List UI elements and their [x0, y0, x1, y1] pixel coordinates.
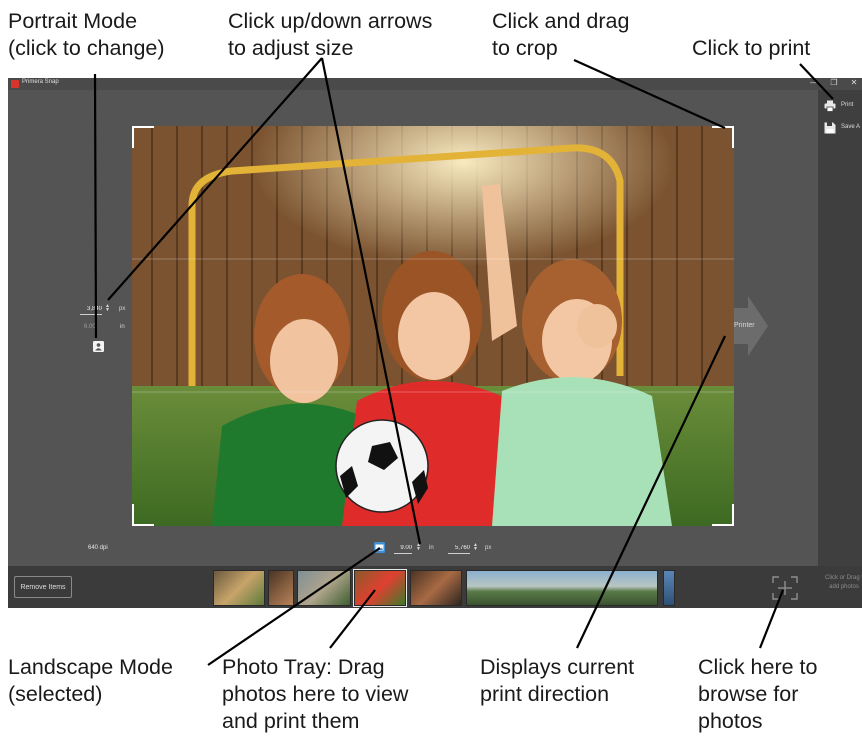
printer-icon [824, 100, 836, 112]
callout-photo-tray: Photo Tray: Drag photos here to view and… [222, 654, 408, 735]
tray-thumbnail[interactable] [663, 570, 675, 606]
dpi-readout: 640 dpi [88, 545, 108, 551]
callout-line: photos [698, 709, 763, 733]
callout-line: Landscape Mode [8, 655, 173, 679]
callout-line: Photo Tray: Drag [222, 655, 385, 679]
height-pixels-input[interactable] [80, 304, 102, 315]
width-pixels-spin-arrows[interactable]: ▲ ▼ [473, 543, 478, 552]
tray-thumbnail[interactable] [268, 570, 294, 606]
callout-line: browse for [698, 682, 799, 706]
tray-thumbnail[interactable] [213, 570, 265, 606]
callout-line: Click to print [692, 36, 811, 60]
height-inches-value: 6.00 [84, 324, 96, 330]
callout-line: (click to change) [8, 36, 165, 60]
save-as-button[interactable]: Save A [824, 122, 862, 136]
close-button[interactable]: ✕ [848, 78, 860, 87]
app-logo [11, 80, 19, 88]
callout-line: Displays current [480, 655, 635, 679]
landscape-icon[interactable] [374, 542, 385, 553]
app-title: Primera Snap [22, 79, 59, 85]
remove-items-button[interactable]: Remove Items [14, 576, 72, 598]
callout-crop: Click and drag to crop [492, 8, 629, 62]
minimize-button[interactable]: — [808, 78, 820, 87]
add-photos-hint-line: Click or Drag t [824, 575, 862, 581]
callout-adjust-size: Click up/down arrows to adjust size [228, 8, 432, 62]
tray-thumbnail[interactable] [297, 570, 351, 606]
callout-line: photos here to view [222, 682, 409, 706]
callout-line: and print them [222, 709, 360, 733]
callout-browse: Click here to browse for photos [698, 654, 818, 735]
callout-print-direction: Displays current print direction [480, 654, 634, 708]
save-icon [824, 122, 836, 134]
restore-button[interactable]: ❐ [828, 78, 840, 87]
photo-image [132, 126, 734, 526]
callout-line: to crop [492, 36, 558, 60]
print-button[interactable]: Print [824, 100, 862, 114]
callout-line: print direction [480, 682, 610, 706]
callout-portrait-mode: Portrait Mode (click to change) [8, 8, 165, 62]
callout-line: (selected) [8, 682, 103, 706]
callout-line: Portrait Mode [8, 9, 138, 33]
callout-line: Click here to [698, 655, 818, 679]
add-photos-area[interactable]: Click or Drag t add photos [764, 570, 862, 604]
width-inches-spin-arrows[interactable]: ▲ ▼ [416, 543, 421, 552]
add-photos-hint-line: add photos [829, 584, 859, 590]
callout-line: Click up/down arrows [228, 9, 433, 33]
tray-thumbnail[interactable] [466, 570, 658, 606]
in-unit: in [120, 324, 125, 330]
portrait-icon[interactable] [93, 341, 104, 352]
pixels-unit: px [485, 545, 492, 551]
callout-landscape-mode: Landscape Mode (selected) [8, 654, 173, 708]
save-as-label: Save A [841, 124, 861, 130]
add-photo-icon [772, 576, 798, 600]
add-photos-hint: Click or Drag t add photos [814, 574, 862, 592]
title-bar: Primera Snap — ❐ ✕ [8, 78, 862, 90]
app-window: Primera Snap — ❐ ✕ Print Save A ▲▼ px 6.… [8, 78, 862, 608]
height-spin-arrows[interactable]: ▲ ▼ [105, 304, 110, 313]
callout-print: Click to print [692, 35, 810, 62]
side-panel: Print Save A [818, 90, 862, 566]
width-pixels-input[interactable] [448, 543, 470, 554]
px-unit: px [119, 306, 126, 312]
printer-direction-label: Printer [734, 322, 755, 329]
inches-unit: in [429, 545, 434, 551]
callout-line: Click and drag [492, 9, 630, 33]
width-inches-input[interactable] [394, 543, 412, 554]
tray-thumbnail-selected[interactable] [353, 569, 407, 607]
print-label: Print [841, 102, 854, 108]
callout-line: to adjust size [228, 36, 354, 60]
photo-tray[interactable]: Remove Items Click or Drag t add photos [8, 566, 862, 608]
photo-canvas[interactable] [132, 126, 734, 526]
tray-thumbnail[interactable] [410, 570, 462, 606]
